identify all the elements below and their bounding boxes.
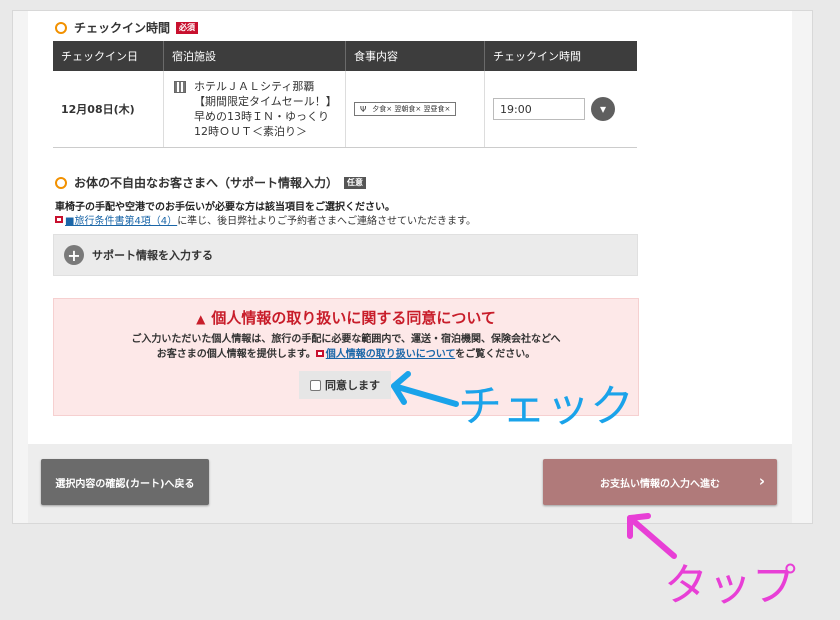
plus-icon: + <box>64 245 84 265</box>
proceed-to-payment-button[interactable]: お支払い情報の入力へ進む › <box>543 459 777 505</box>
meal-info: Ψ 夕食× 翌朝食× 翌昼食× <box>354 102 457 117</box>
checkin-date: 12月08日(木) <box>61 103 135 116</box>
support-info-toggle[interactable]: + サポート情報を入力する <box>53 234 638 276</box>
support-description: 車椅子の手配や空港でのお手伝いが必要な方は該当項目をご選択ください。 <box>55 202 395 213</box>
checkin-time-value[interactable]: 19:00 <box>493 98 585 120</box>
header-hotel: 宿泊施設 <box>163 41 346 71</box>
warning-icon: ▲ <box>196 312 206 326</box>
support-note-text: に準じ、後日弊社よりご予約者さまへご連絡させていただきます。 <box>177 216 476 227</box>
fork-icon: Ψ <box>360 104 367 114</box>
chevron-right-icon: › <box>758 472 765 490</box>
chevron-down-icon[interactable]: ▾ <box>591 97 615 121</box>
hotel-plan-line: 早めの13時ＩＮ・ゆっくり <box>194 110 329 123</box>
checkin-section-heading: チェックイン時間 必須 <box>55 19 199 36</box>
checkin-time-select[interactable]: 19:00 ▾ <box>493 97 629 121</box>
privacy-policy-link[interactable]: 個人情報の取り扱いについて <box>326 349 456 360</box>
optional-badge: 任意 <box>344 176 367 189</box>
document-link-icon <box>55 216 63 223</box>
hotel-plan-line: 【期間限定タイムセール！】 <box>194 95 337 108</box>
consent-text: ご入力いただいた個人情報は、旅行の手配に必要な範囲内で、運送・宿泊機関、保険会社… <box>54 332 638 362</box>
required-badge: 必須 <box>176 21 199 34</box>
header-meal: 食事内容 <box>345 41 485 71</box>
consent-title: 個人情報の取り扱いに関する同意について <box>211 309 496 327</box>
hotel-info: ホテルＪＡＬシティ那覇 【期間限定タイムセール！】 早めの13時ＩＮ・ゆっくり … <box>172 79 337 139</box>
support-section-title: お体の不自由なお客さまへ（サポート情報入力） <box>74 176 339 190</box>
circle-bullet-icon <box>55 21 67 34</box>
header-checkin-date: チェックイン日 <box>53 41 164 71</box>
support-info-label: サポート情報を入力する <box>92 249 213 262</box>
hotel-plan-line: 12時ＯＵＴ＜素泊り＞ <box>194 125 307 138</box>
agree-checkbox-area[interactable]: 同意します <box>299 371 391 399</box>
checkin-section-title: チェックイン時間 <box>74 21 171 35</box>
tap-annotation: タップ <box>664 560 796 611</box>
header-checkin-time: チェックイン時間 <box>484 41 637 71</box>
agree-checkbox[interactable] <box>310 379 321 391</box>
check-arrow-icon <box>391 371 459 407</box>
check-annotation: チェック <box>458 381 634 432</box>
table-row: 12月08日(木) ホテルＪＡＬシティ那覇 【期間限定タイムセール！】 早めの1… <box>53 71 637 148</box>
agree-label: 同意します <box>325 379 380 392</box>
travel-conditions-link[interactable]: ■旅行条件書第4項（4） <box>65 212 177 227</box>
consent-title-row: ▲ 個人情報の取り扱いに関する同意について <box>54 307 638 328</box>
support-section-heading: お体の不自由なお客さまへ（サポート情報入力） 任意 <box>55 174 367 191</box>
checkin-table: チェックイン日 宿泊施設 食事内容 チェックイン時間 12月08日(木) ホテル… <box>53 41 637 148</box>
proceed-button-label: お支払い情報の入力へ進む <box>600 478 720 490</box>
hotel-name: ホテルＪＡＬシティ那覇 <box>194 80 315 93</box>
circle-bullet-icon <box>55 176 67 189</box>
document-link-icon <box>315 350 324 357</box>
consent-line-2-end: をご覧ください。 <box>455 349 536 360</box>
consent-line-2-text: お客さまの個人情報を提供します。 <box>156 349 316 360</box>
support-note: ■旅行条件書第4項（4） に準じ、後日弊社よりご予約者さまへご連絡させていただき… <box>55 212 476 227</box>
consent-line-2: お客さまの個人情報を提供します。 個人情報の取り扱いについてをご覧ください。 <box>54 347 638 362</box>
back-to-cart-button[interactable]: 選択内容の確認(カート)へ戻る <box>41 459 209 505</box>
meal-text: 夕食× 翌朝食× 翌昼食× <box>372 105 451 114</box>
consent-line-1: ご入力いただいた個人情報は、旅行の手配に必要な範囲内で、運送・宿泊機関、保険会社… <box>131 334 561 345</box>
building-icon <box>174 81 186 93</box>
page-frame: チェックイン時間 必須 チェックイン日 宿泊施設 食事内容 チェックイン時間 1… <box>12 10 813 524</box>
